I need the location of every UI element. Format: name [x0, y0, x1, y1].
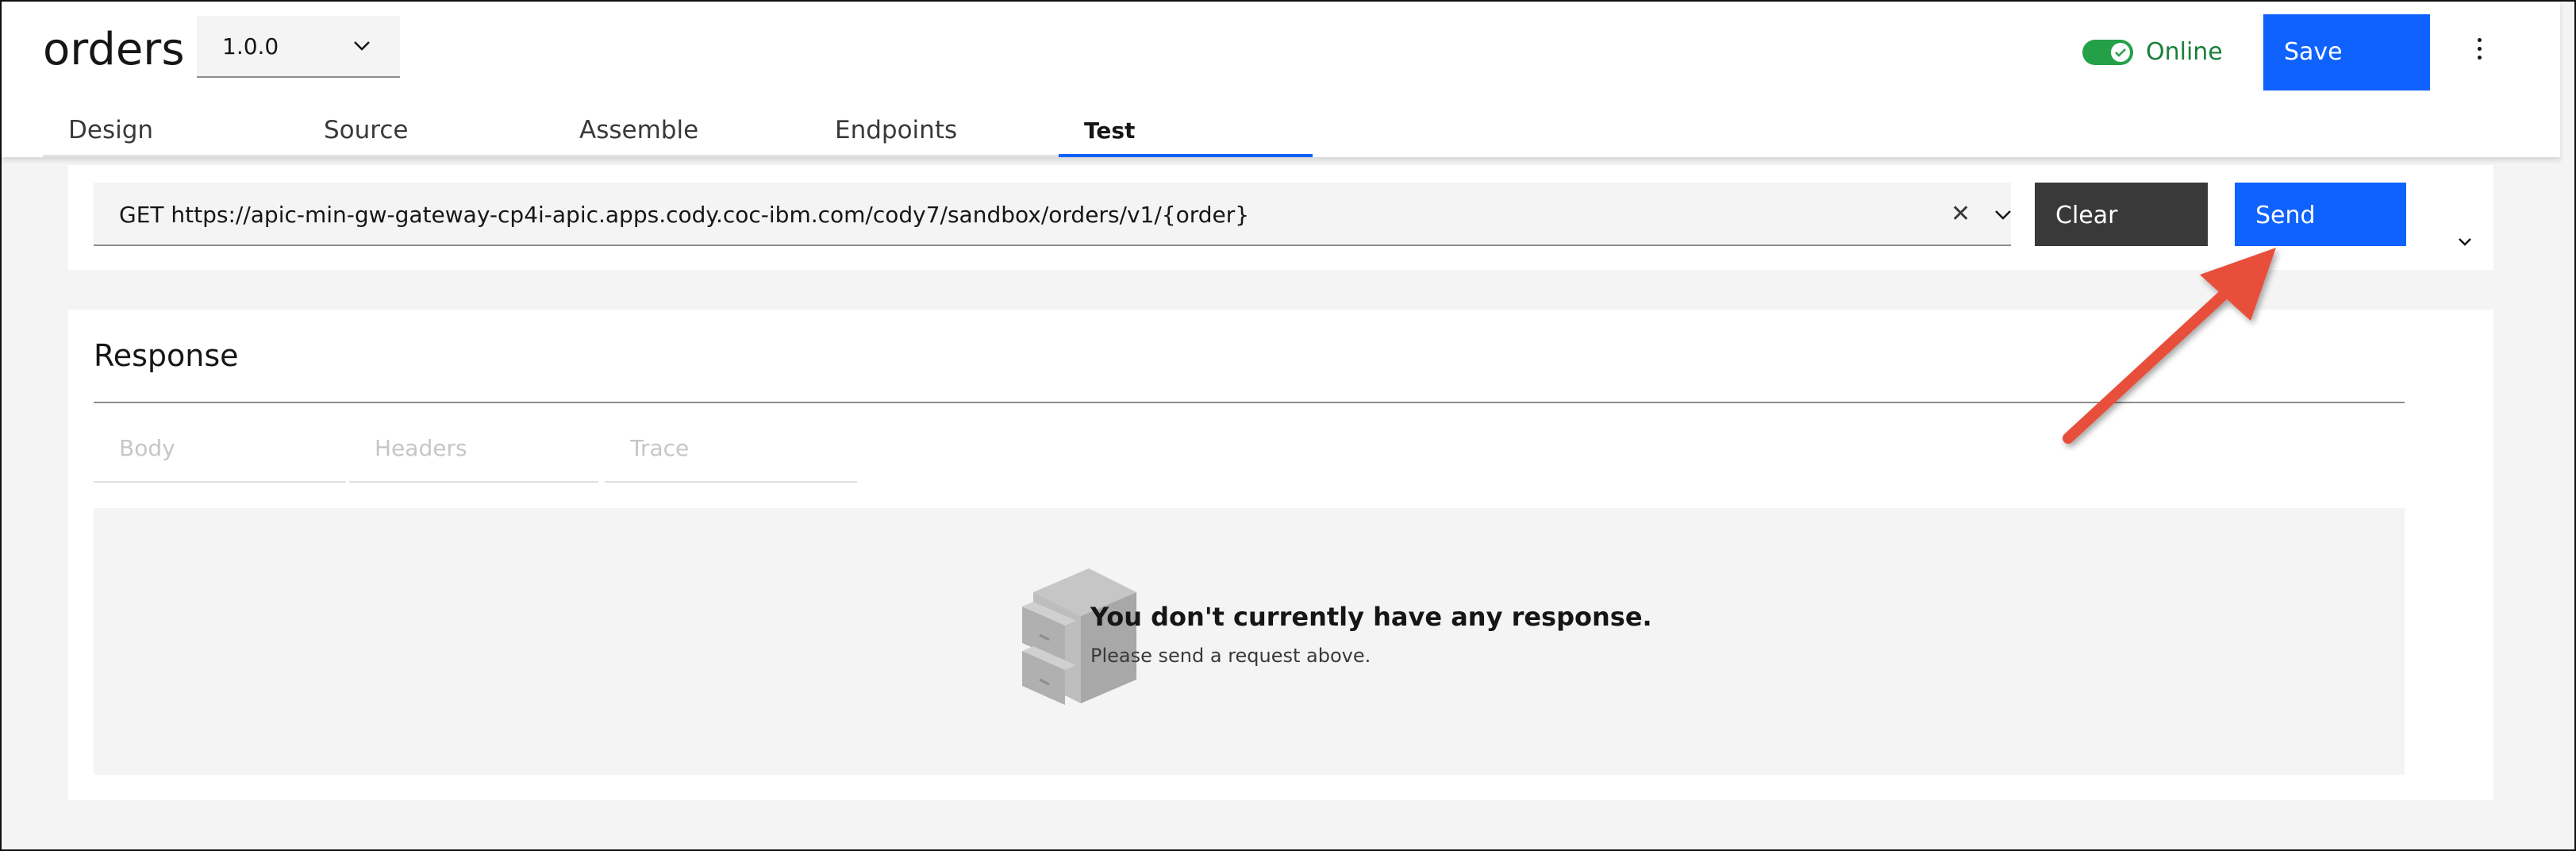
version-value: 1.0.0 — [222, 33, 279, 60]
chevron-down-icon[interactable] — [1994, 208, 2013, 222]
tab-label: Endpoints — [835, 116, 958, 144]
api-header: orders 1.0.0 Design Source Assemble Endp… — [2, 2, 2560, 157]
tab-test[interactable]: Test — [1059, 103, 1313, 157]
tab-label: Test — [1084, 117, 1136, 144]
toggle-knob — [2111, 43, 2130, 62]
overflow-menu-icon[interactable] — [2474, 38, 2484, 65]
tab-label: Headers — [375, 435, 467, 461]
tab-trace[interactable]: Trace — [605, 435, 857, 483]
tab-source[interactable]: Source — [298, 103, 554, 157]
empty-state: You don't currently have any response. P… — [94, 508, 2405, 775]
app-window: orders 1.0.0 Design Source Assemble Endp… — [0, 0, 2576, 851]
chevron-down-icon[interactable] — [2457, 237, 2473, 248]
tab-headers[interactable]: Headers — [349, 435, 598, 483]
save-button[interactable]: Save — [2263, 14, 2430, 90]
version-select[interactable]: 1.0.0 — [197, 16, 400, 78]
empty-state-subtitle: Please send a request above. — [1090, 645, 1371, 667]
response-panel: Response Body Headers Trace You don't cu… — [68, 310, 2493, 800]
request-panel: GET https://apic-min-gw-gateway-cp4i-api… — [68, 165, 2493, 270]
close-icon[interactable]: ✕ — [1951, 200, 1970, 228]
divider — [94, 402, 2405, 403]
tab-assemble[interactable]: Assemble — [554, 103, 809, 157]
empty-state-title: You don't currently have any response. — [1090, 602, 1652, 632]
online-status-label: Online — [2146, 38, 2223, 66]
response-title: Response — [94, 338, 239, 373]
request-url-combobox[interactable]: GET https://apic-min-gw-gateway-cp4i-api… — [94, 183, 2011, 246]
tab-label: Trace — [630, 435, 690, 461]
clear-button[interactable]: Clear — [2035, 183, 2208, 246]
api-title: orders — [43, 24, 185, 75]
tab-design[interactable]: Design — [43, 103, 298, 157]
file-cabinet-icon — [1022, 568, 1136, 705]
tab-body[interactable]: Body — [94, 435, 346, 483]
tab-label: Design — [68, 116, 154, 144]
send-button[interactable]: Send — [2235, 183, 2406, 246]
tab-label: Source — [324, 116, 409, 144]
request-url-value: GET https://apic-min-gw-gateway-cp4i-api… — [119, 202, 1250, 228]
checkmark-icon — [2115, 48, 2126, 57]
tab-endpoints[interactable]: Endpoints — [809, 103, 1065, 157]
chevron-down-icon — [354, 41, 370, 51]
online-toggle[interactable] — [2082, 40, 2133, 65]
tab-label: Body — [119, 435, 175, 461]
tab-label: Assemble — [579, 116, 699, 144]
